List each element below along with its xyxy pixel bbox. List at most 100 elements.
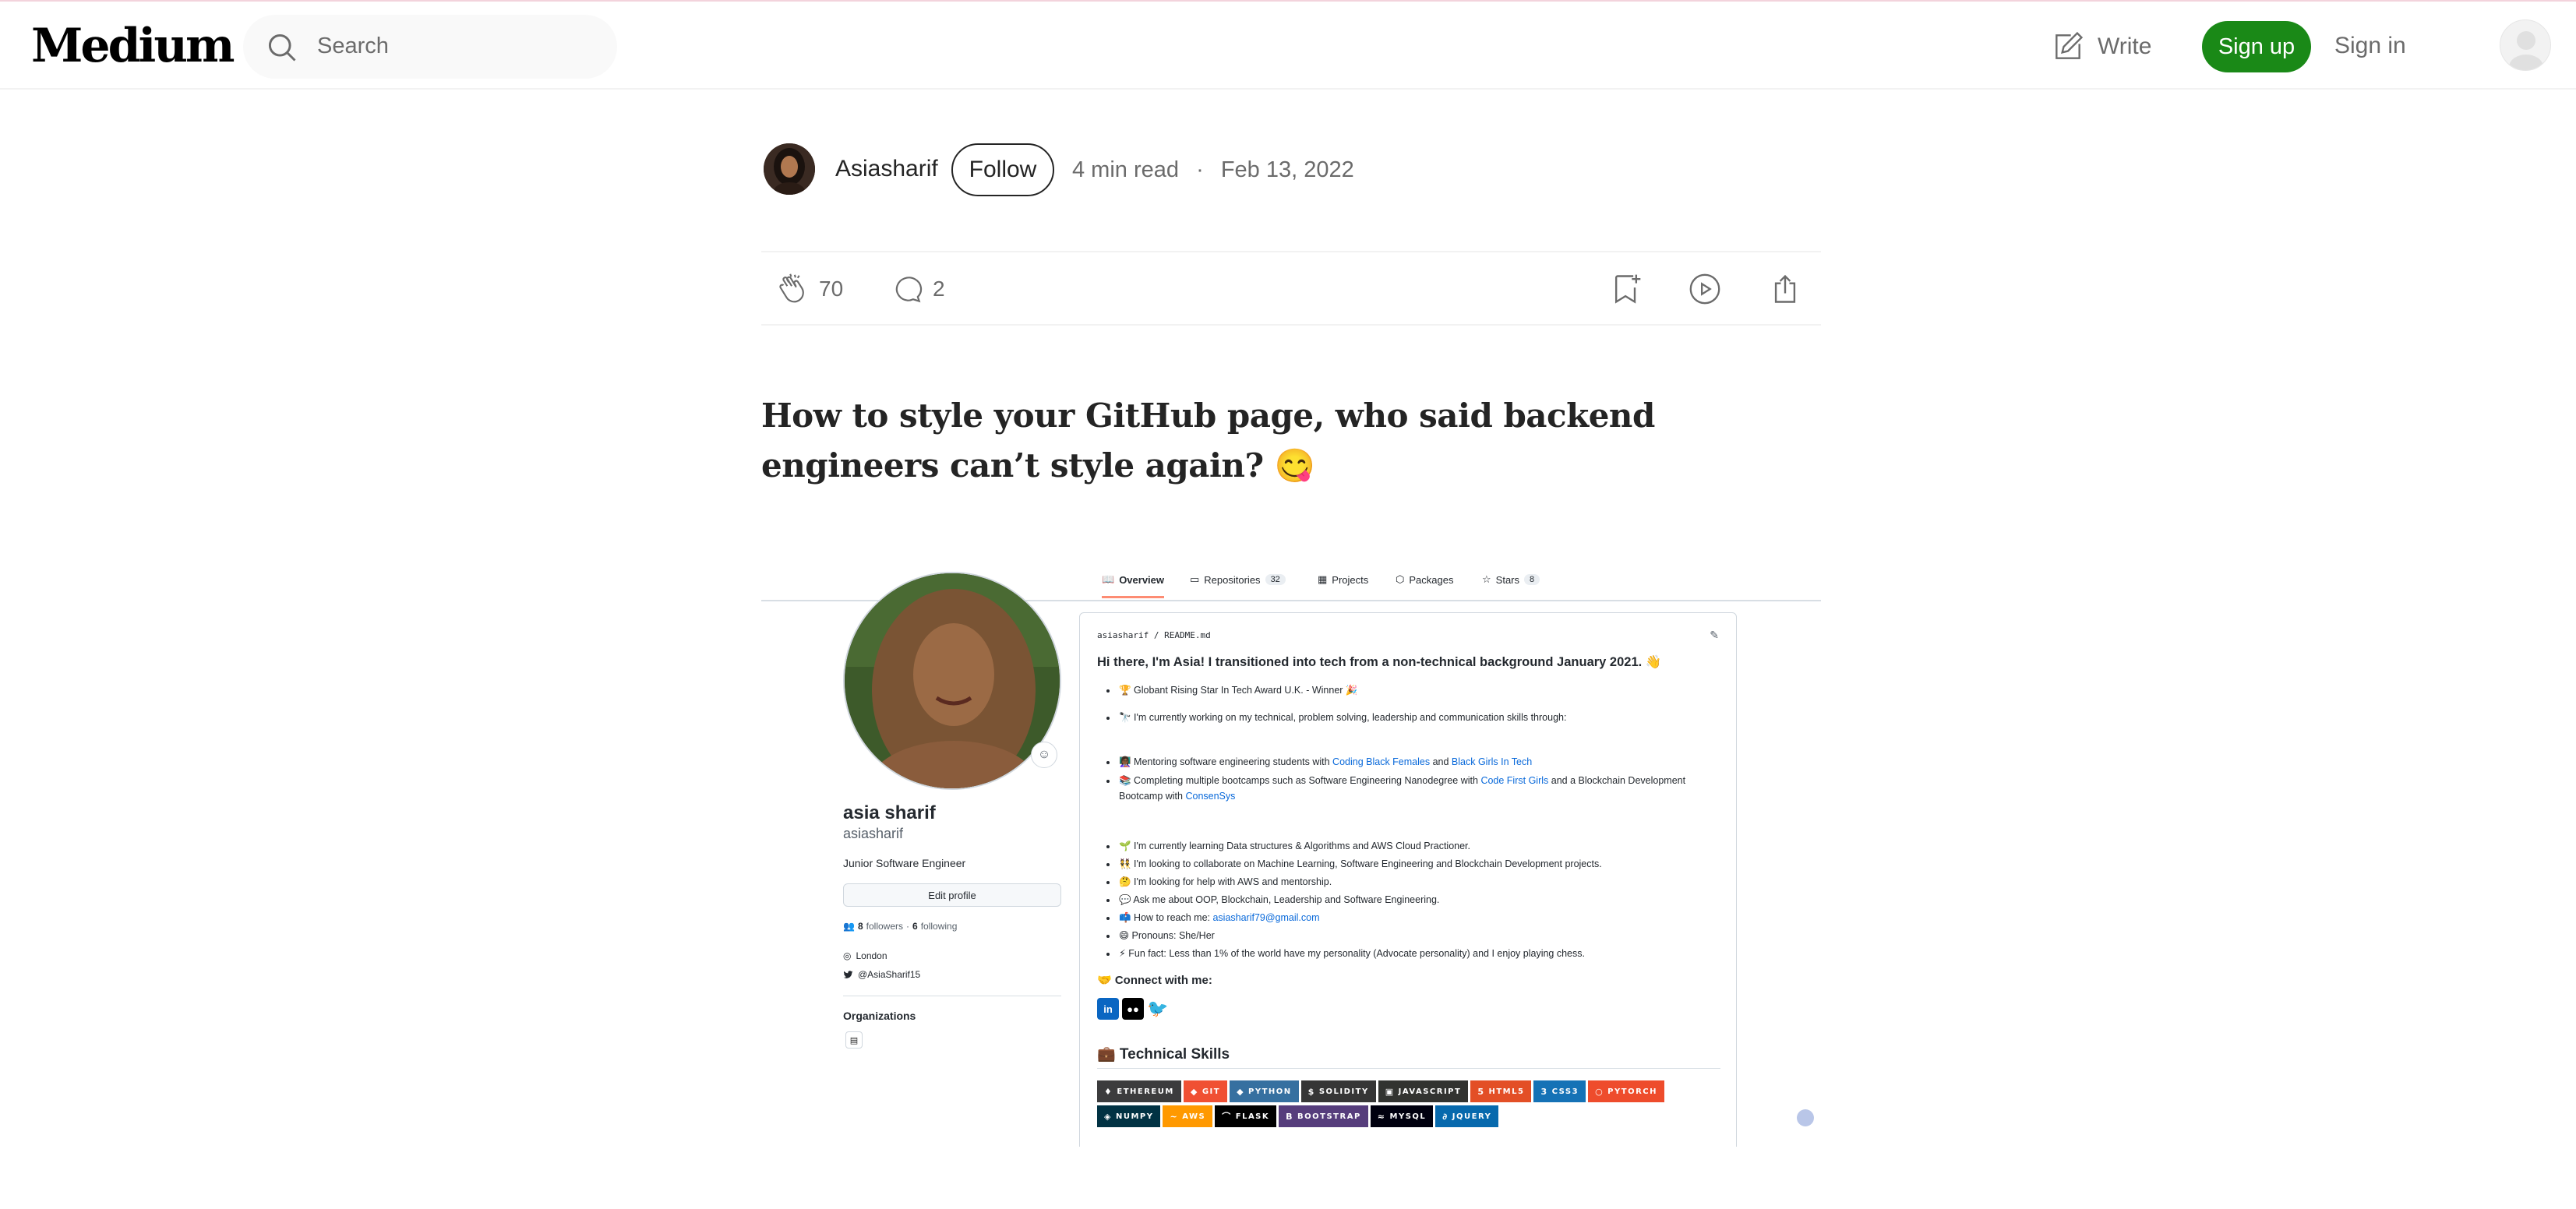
list-item: 🔭 I'm currently working on my technical,…: [1117, 709, 1566, 727]
badge-icon: ∂: [1442, 1111, 1449, 1122]
pencil-icon: ✎: [1710, 629, 1719, 641]
twitter-text: @AsiaSharif15: [858, 969, 921, 980]
write-button[interactable]: Write: [2051, 28, 2151, 65]
twitter-bird-icon: 🐦: [1147, 999, 1169, 1018]
badge-label: PYTHON: [1248, 1087, 1292, 1096]
author-photo: [764, 143, 815, 195]
scroll-indicator: [1797, 1109, 1814, 1126]
skill-badge-solidity: $ SOLIDITY: [1300, 1080, 1376, 1102]
tab-count: 32: [1265, 574, 1286, 585]
list-text: and: [1430, 756, 1452, 767]
clap-icon: [779, 273, 804, 303]
badge-label: NUMPY: [1115, 1112, 1154, 1121]
list-item: 🌱 I'm currently learning Data structures…: [1117, 837, 1725, 855]
user-avatar[interactable]: [2500, 19, 2551, 71]
black-girls-in-tech-link: Black Girls In Tech: [1451, 756, 1533, 767]
profile-bio: Junior Software Engineer: [843, 857, 966, 869]
book-icon: 📖: [1102, 573, 1115, 585]
medium-logo[interactable]: Medium: [31, 19, 235, 73]
author-avatar[interactable]: [764, 143, 815, 195]
twitter-icon: [843, 970, 853, 978]
follow-button[interactable]: Follow: [951, 143, 1054, 196]
location-text: London: [856, 950, 887, 961]
skill-badges-row-2: ◈ NUMPY ~ AWS ⌒ FLASK B BOOTSTRAP ≈ MYSQL ∂ JQUERY: [1097, 1105, 1720, 1127]
badge-icon: ◈: [1104, 1111, 1112, 1122]
article-action-bar: 70 2: [761, 251, 1821, 326]
search-input[interactable]: Search: [317, 33, 389, 59]
list-item: ⚡ Fun fact: Less than 1% of the world ha…: [1117, 945, 1725, 963]
bookmark-button[interactable]: [1609, 270, 1643, 308]
list-item: 🏆 Globant Rising Star In Tech Award U.K.…: [1117, 682, 1566, 700]
readme-list-intro: 🏆 Globant Rising Star In Tech Award U.K.…: [1117, 682, 1566, 727]
divider: [1097, 1068, 1720, 1069]
badge-icon: B: [1286, 1111, 1294, 1122]
tab-label: Packages: [1409, 573, 1454, 586]
dot-separator: ·: [906, 921, 909, 932]
default-avatar-icon: [2509, 31, 2543, 70]
tab-projects: ▦ Projects: [1318, 573, 1368, 586]
share-icon: [1774, 274, 1796, 303]
badge-label: FLASK: [1235, 1112, 1270, 1121]
badge-icon: ◆: [1190, 1086, 1198, 1097]
tab-stars: ☆ Stars 8: [1482, 573, 1540, 586]
tab-label: Stars: [1495, 573, 1519, 586]
list-text: 📫 How to reach me:: [1119, 912, 1213, 923]
clap-button[interactable]: 70: [775, 270, 843, 308]
list-item: 👯 I'm looking to collaborate on Machine …: [1117, 855, 1725, 873]
sign-in-link[interactable]: Sign in: [2334, 33, 2406, 59]
badge-icon: 3: [1540, 1086, 1548, 1097]
badge-label: MYSQL: [1389, 1112, 1427, 1121]
list-item: 📚 Completing multiple bootcamps such as …: [1117, 773, 1710, 804]
smiley-icon: ☺: [1031, 742, 1057, 768]
badge-icon: ♦: [1104, 1086, 1113, 1097]
linkedin-icon: in: [1097, 998, 1119, 1020]
tab-overview: 📖 Overview: [1102, 573, 1165, 598]
profile-username: asiasharif: [843, 826, 904, 841]
sign-up-button[interactable]: Sign up: [2202, 21, 2311, 72]
tab-packages: ⬡ Packages: [1396, 573, 1453, 586]
list-item: 😄 Pronouns: She/Her: [1117, 927, 1725, 945]
clap-count: 70: [819, 277, 844, 301]
edit-profile-button: Edit profile: [843, 883, 1061, 907]
badge-icon: ○: [1595, 1086, 1604, 1097]
meta-separator: ·: [1196, 157, 1204, 182]
tab-label: Repositories: [1204, 573, 1261, 586]
share-button[interactable]: [1768, 270, 1802, 308]
connect-heading: 🤝 Connect with me:: [1097, 974, 1212, 987]
profile-photo: [843, 572, 1061, 790]
twitter-handle: @AsiaSharif15: [843, 969, 920, 980]
skill-badge-css3: 3 CSS3: [1533, 1080, 1586, 1102]
github-profile-image: 📖 Overview ▭ Repositories 32 ▦ Projects …: [761, 561, 1821, 1147]
skill-badge-flask: ⌒ FLASK: [1215, 1105, 1277, 1127]
badge-label: ETHEREUM: [1117, 1087, 1174, 1096]
skill-badges-row-1: ♦ ETHEREUM ◆ GIT ◆ PYTHON $ SOLIDITY ▣ JAVASCRIPT…: [1097, 1080, 1720, 1102]
skill-badge-html5: 5 HTML5: [1470, 1080, 1532, 1102]
badge-icon: ▣: [1385, 1086, 1395, 1097]
badge-label: BOOTSTRAP: [1297, 1112, 1361, 1121]
tab-count: 8: [1524, 574, 1540, 585]
skill-badge-ethereum: ♦ ETHEREUM: [1097, 1080, 1181, 1102]
organization-icon: ▤: [845, 1031, 863, 1049]
skill-badge-numpy: ◈ NUMPY: [1097, 1105, 1161, 1127]
list-text: 📚 Completing multiple bootcamps such as …: [1119, 775, 1481, 786]
followers-line: 👥 8 followers · 6 following: [843, 921, 957, 932]
readme-path: asiasharif / README.md: [1097, 630, 1211, 640]
search-bar[interactable]: Search: [243, 15, 617, 79]
skill-badge-jquery: ∂ JQUERY: [1435, 1105, 1499, 1127]
readme-heading: Hi there, I'm Asia! I transitioned into …: [1097, 655, 1662, 669]
badge-icon: ◆: [1237, 1086, 1245, 1097]
author-name[interactable]: Asiasharif: [835, 156, 938, 182]
badge-icon: ⌒: [1222, 1112, 1232, 1122]
tab-repositories: ▭ Repositories 32: [1190, 573, 1286, 586]
responses-button[interactable]: 2: [891, 270, 945, 308]
skill-badge-pytorch: ○ PYTORCH: [1588, 1080, 1664, 1102]
organizations-heading: Organizations: [843, 1010, 916, 1022]
listen-button[interactable]: [1687, 270, 1723, 308]
followers-count: 8: [857, 921, 863, 932]
followers-label: followers: [866, 921, 903, 932]
badge-label: SOLIDITY: [1318, 1087, 1369, 1096]
repo-icon: ▭: [1190, 573, 1200, 585]
badge-label: PYTORCH: [1607, 1087, 1657, 1096]
top-navigation: Medium Search Write Sign up Sign in: [0, 0, 2576, 90]
code-first-girls-link: Code First Girls: [1480, 775, 1549, 786]
